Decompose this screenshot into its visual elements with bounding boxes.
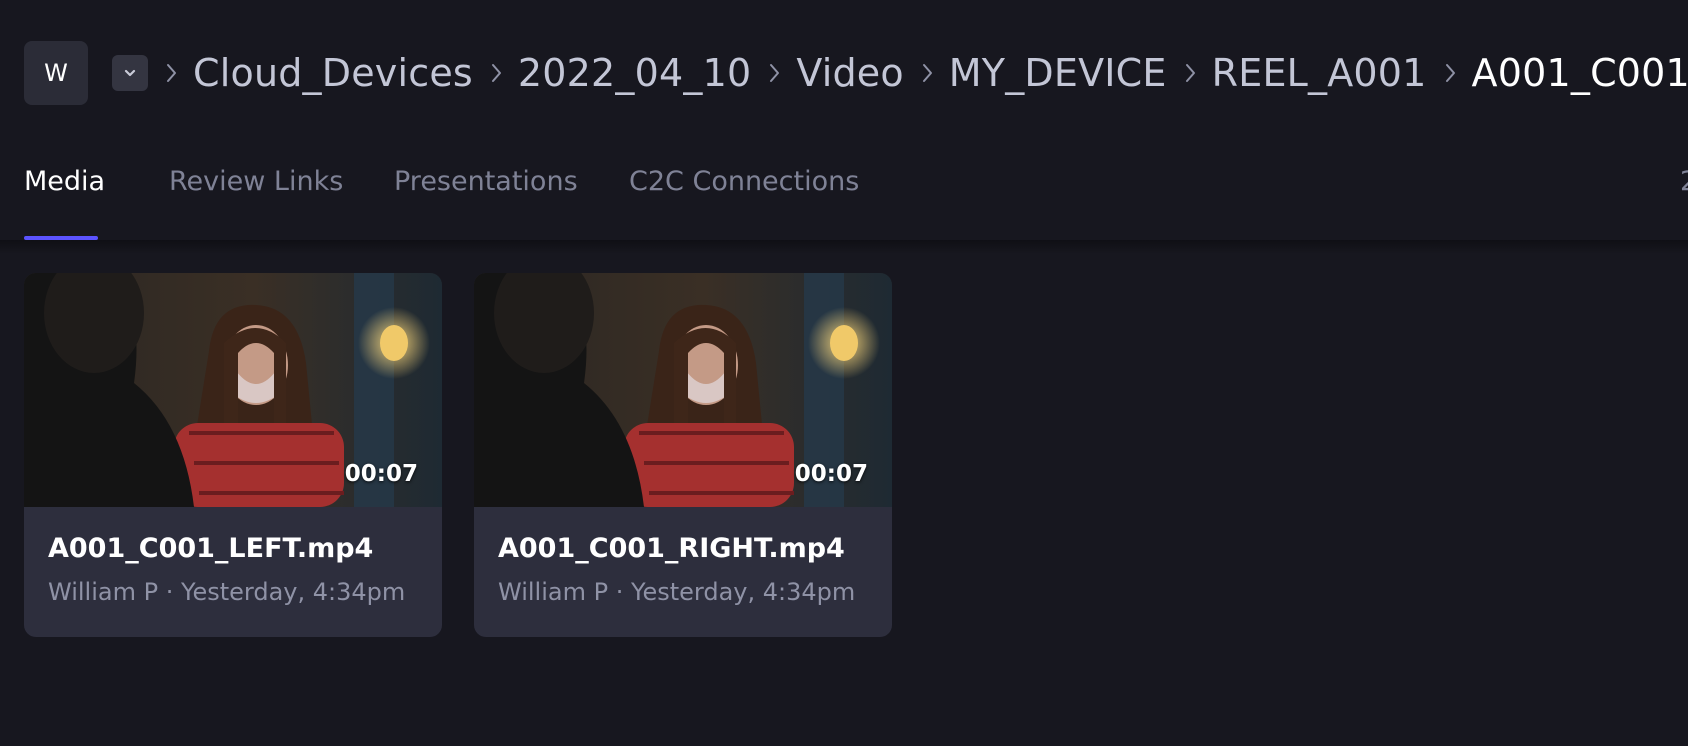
uploader-name: William P: [498, 578, 609, 606]
breadcrumb: W Cloud_Devices 2022_04_10 Video MY_DEVI…: [24, 41, 1688, 105]
tab-bar: Media Review Links Presentations C2C Con…: [0, 150, 1688, 240]
meta-separator: ·: [165, 578, 174, 606]
breadcrumb-item-cloud-devices[interactable]: Cloud_Devices: [193, 51, 473, 95]
media-card[interactable]: 00:07 A001_C001_LEFT.mp4 William P · Yes…: [24, 273, 442, 637]
chevron-right-icon: [918, 62, 938, 84]
chevron-right-icon: [765, 62, 785, 84]
workspace-avatar[interactable]: W: [24, 41, 88, 105]
card-info: A001_C001_LEFT.mp4 William P · Yesterday…: [24, 533, 442, 606]
chevron-right-icon: [162, 62, 182, 84]
meta-separator: ·: [615, 578, 624, 606]
video-thumbnail[interactable]: 00:07: [24, 273, 442, 507]
chevron-down-icon: [124, 69, 136, 77]
video-duration: 00:07: [344, 461, 418, 487]
breadcrumb-item-date[interactable]: 2022_04_10: [518, 51, 751, 95]
file-meta: William P · Yesterday, 4:34pm: [498, 578, 868, 606]
breadcrumb-item-video[interactable]: Video: [796, 51, 903, 95]
file-meta: William P · Yesterday, 4:34pm: [48, 578, 418, 606]
file-name[interactable]: A001_C001_RIGHT.mp4: [498, 533, 868, 564]
chevron-right-icon: [1441, 62, 1461, 84]
workspace-dropdown-button[interactable]: [112, 55, 148, 91]
card-info: A001_C001_RIGHT.mp4 William P · Yesterda…: [474, 533, 892, 606]
video-duration: 00:07: [794, 461, 868, 487]
breadcrumb-item-reel[interactable]: REEL_A001: [1212, 51, 1427, 95]
breadcrumb-item-current: A001_C001: [1471, 51, 1688, 95]
breadcrumb-item-my-device[interactable]: MY_DEVICE: [949, 51, 1167, 95]
media-card[interactable]: 00:07 A001_C001_RIGHT.mp4 William P · Ye…: [474, 273, 892, 637]
chevron-right-icon: [487, 62, 507, 84]
upload-time: Yesterday, 4:34pm: [180, 578, 406, 606]
file-name[interactable]: A001_C001_LEFT.mp4: [48, 533, 418, 564]
tab-presentations[interactable]: Presentations: [394, 166, 578, 197]
item-count: 2: [1680, 166, 1688, 197]
app-window: W Cloud_Devices 2022_04_10 Video MY_DEVI…: [0, 0, 1688, 746]
tab-media[interactable]: Media: [24, 166, 105, 197]
upload-time: Yesterday, 4:34pm: [630, 578, 856, 606]
video-thumbnail[interactable]: 00:07: [474, 273, 892, 507]
uploader-name: William P: [48, 578, 159, 606]
tabs-divider: [0, 240, 1688, 254]
chevron-right-icon: [1181, 62, 1201, 84]
tab-c2c-connections[interactable]: C2C Connections: [629, 166, 859, 197]
tab-review-links[interactable]: Review Links: [169, 166, 343, 197]
